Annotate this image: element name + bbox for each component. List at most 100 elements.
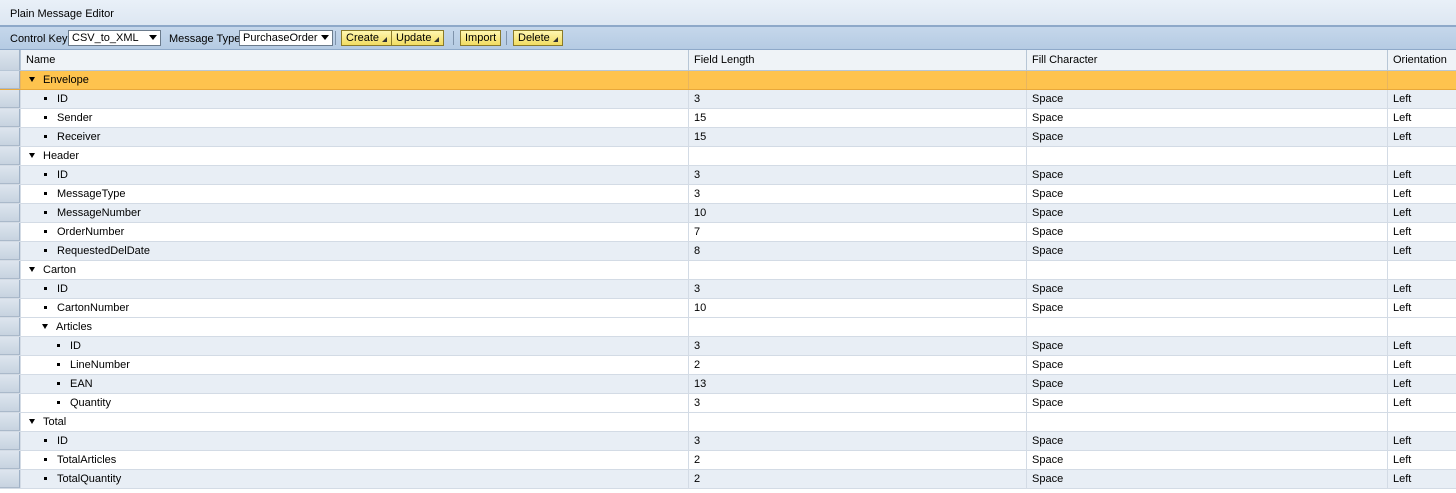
row-selector[interactable] [0,147,20,165]
row-selector[interactable] [0,394,20,412]
cell-field-length[interactable]: 15 [688,109,1026,127]
table-row[interactable]: MessageNumber 10 Space Left [0,204,1456,223]
table-row[interactable]: Quantity 3 Space Left [0,394,1456,413]
cell-orientation[interactable] [1387,318,1456,336]
table-row[interactable]: ID 3 Space Left [0,166,1456,185]
cell-field-length[interactable]: 3 [688,280,1026,298]
cell-name[interactable]: ID [20,280,688,298]
cell-fill-character[interactable]: Space [1026,185,1387,203]
cell-orientation[interactable]: Left [1387,375,1456,393]
cell-field-length[interactable]: 8 [688,242,1026,260]
select-all-cell[interactable] [0,50,20,70]
cell-name[interactable]: RequestedDelDate [20,242,688,260]
cell-orientation[interactable]: Left [1387,299,1456,317]
row-selector[interactable] [0,375,20,393]
column-header-field-length[interactable]: Field Length [688,50,1026,70]
cell-name[interactable]: TotalArticles [20,451,688,469]
row-selector[interactable] [0,337,20,355]
table-row[interactable]: ID 3 Space Left [0,90,1456,109]
expand-triangle-icon[interactable] [29,419,35,424]
cell-orientation[interactable] [1387,261,1456,279]
cell-name[interactable]: EAN [20,375,688,393]
column-header-name[interactable]: Name [20,50,688,70]
cell-name[interactable]: Total [20,413,688,431]
row-selector[interactable] [0,90,20,108]
create-button[interactable]: Create [341,30,393,46]
cell-orientation[interactable]: Left [1387,185,1456,203]
cell-orientation[interactable] [1387,147,1456,165]
cell-name[interactable]: ID [20,432,688,450]
cell-orientation[interactable]: Left [1387,204,1456,222]
cell-field-length[interactable]: 2 [688,470,1026,488]
cell-fill-character[interactable]: Space [1026,128,1387,146]
expand-triangle-icon[interactable] [42,324,48,329]
expand-triangle-icon[interactable] [29,77,35,82]
cell-field-length[interactable]: 7 [688,223,1026,241]
row-selector[interactable] [0,280,20,298]
control-key-dropdown[interactable]: CSV_to_XML [68,30,161,46]
cell-field-length[interactable] [688,413,1026,431]
table-row[interactable]: TotalArticles 2 Space Left [0,451,1456,470]
cell-name[interactable]: MessageType [20,185,688,203]
cell-orientation[interactable]: Left [1387,356,1456,374]
table-row[interactable]: ID 3 Space Left [0,337,1456,356]
cell-fill-character[interactable]: Space [1026,280,1387,298]
cell-field-length[interactable]: 3 [688,432,1026,450]
cell-name[interactable]: Quantity [20,394,688,412]
cell-orientation[interactable]: Left [1387,128,1456,146]
table-row[interactable]: ID 3 Space Left [0,432,1456,451]
row-selector[interactable] [0,71,20,89]
row-selector[interactable] [0,261,20,279]
table-row[interactable]: ID 3 Space Left [0,280,1456,299]
delete-button[interactable]: Delete [513,30,563,46]
table-row[interactable]: LineNumber 2 Space Left [0,356,1456,375]
cell-orientation[interactable]: Left [1387,394,1456,412]
cell-fill-character[interactable]: Space [1026,394,1387,412]
cell-field-length[interactable]: 2 [688,451,1026,469]
cell-field-length[interactable]: 10 [688,299,1026,317]
row-selector[interactable] [0,166,20,184]
cell-fill-character[interactable]: Space [1026,90,1387,108]
cell-name[interactable]: Header [20,147,688,165]
cell-fill-character[interactable]: Space [1026,109,1387,127]
row-selector[interactable] [0,109,20,127]
table-row[interactable]: TotalQuantity 2 Space Left [0,470,1456,489]
cell-fill-character[interactable]: Space [1026,299,1387,317]
row-selector[interactable] [0,413,20,431]
row-selector[interactable] [0,128,20,146]
row-selector[interactable] [0,204,20,222]
cell-name[interactable]: TotalQuantity [20,470,688,488]
cell-orientation[interactable]: Left [1387,223,1456,241]
cell-field-length[interactable]: 10 [688,204,1026,222]
row-selector[interactable] [0,299,20,317]
cell-fill-character[interactable] [1026,413,1387,431]
table-row[interactable]: CartonNumber 10 Space Left [0,299,1456,318]
table-row[interactable]: Total [0,413,1456,432]
row-selector[interactable] [0,318,20,336]
cell-fill-character[interactable]: Space [1026,166,1387,184]
cell-field-length[interactable]: 2 [688,356,1026,374]
row-selector[interactable] [0,356,20,374]
cell-fill-character[interactable]: Space [1026,451,1387,469]
column-header-orientation[interactable]: Orientation [1387,50,1456,70]
cell-fill-character[interactable] [1026,261,1387,279]
message-type-dropdown[interactable]: PurchaseOrder [239,30,333,46]
cell-orientation[interactable]: Left [1387,451,1456,469]
update-button[interactable]: Update [391,30,445,46]
cell-fill-character[interactable]: Space [1026,204,1387,222]
cell-orientation[interactable]: Left [1387,470,1456,488]
cell-field-length[interactable]: 3 [688,394,1026,412]
cell-name[interactable]: ID [20,337,688,355]
column-header-fill-character[interactable]: Fill Character [1026,50,1387,70]
cell-name[interactable]: ID [20,166,688,184]
table-row[interactable]: Header [0,147,1456,166]
cell-field-length[interactable]: 3 [688,90,1026,108]
cell-orientation[interactable] [1387,71,1456,89]
table-row[interactable]: MessageType 3 Space Left [0,185,1456,204]
cell-name[interactable]: Sender [20,109,688,127]
cell-field-length[interactable] [688,261,1026,279]
row-selector[interactable] [0,223,20,241]
cell-orientation[interactable]: Left [1387,166,1456,184]
row-selector[interactable] [0,451,20,469]
row-selector[interactable] [0,242,20,260]
